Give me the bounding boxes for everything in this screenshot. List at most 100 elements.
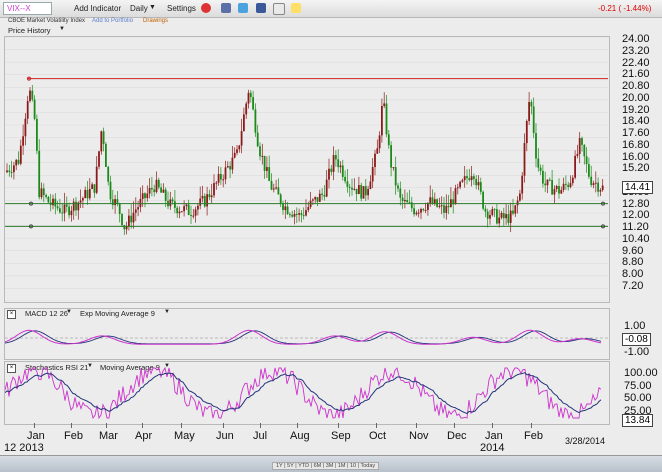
candle-body — [263, 155, 266, 171]
candle-body — [194, 209, 197, 216]
candle-body — [374, 153, 376, 168]
add-to-portfolio-link[interactable]: Add to Portfolio — [92, 18, 133, 24]
month-label: May — [174, 430, 195, 442]
candle-body — [183, 206, 185, 212]
price-history-label[interactable]: Price History — [8, 26, 51, 35]
month-tick — [492, 423, 493, 428]
candle-body — [325, 179, 328, 197]
candle-body — [473, 176, 475, 180]
candle-body — [208, 194, 211, 198]
candle-body — [75, 201, 77, 211]
candle-body — [307, 207, 310, 211]
email-icon[interactable] — [273, 3, 285, 15]
candle-body — [574, 155, 576, 178]
candle-body — [8, 170, 11, 172]
candle-body — [429, 197, 432, 203]
candle-body — [505, 214, 507, 219]
candle-body — [496, 209, 498, 224]
price-tick-label: 23.20 — [622, 44, 650, 57]
interval-dropdown-icon[interactable]: ▼ — [149, 4, 156, 11]
candle-body — [105, 143, 107, 167]
candle-body — [394, 167, 397, 186]
candle-body — [420, 208, 422, 213]
candle-body — [29, 90, 31, 102]
candle-body — [583, 144, 586, 157]
candle-body — [337, 159, 340, 168]
candle-body — [413, 208, 415, 215]
candle-body — [33, 99, 36, 119]
candle-body — [206, 194, 208, 207]
candle-body — [286, 206, 289, 215]
note-icon[interactable] — [291, 3, 301, 13]
candle-body — [199, 198, 202, 206]
candle-body — [544, 183, 547, 186]
price-tick-label: 12.00 — [622, 209, 650, 222]
candle-body — [456, 187, 459, 189]
candle-body — [256, 132, 259, 147]
candle-body — [466, 176, 468, 179]
candle-body — [10, 171, 13, 173]
candle-body — [185, 204, 188, 207]
record-icon[interactable] — [201, 3, 211, 13]
candle-body — [47, 196, 50, 203]
candle-body — [245, 103, 248, 115]
month-label: Oct — [369, 430, 387, 442]
candle-body — [72, 201, 75, 211]
end-date: 3/28/2014 — [565, 436, 606, 446]
candle-body — [298, 213, 300, 215]
candle-body — [542, 170, 544, 184]
candle-body — [321, 193, 323, 195]
candle-body — [385, 103, 388, 135]
candle-body — [70, 210, 73, 216]
navigator-bar[interactable]: 1Y | 5Y | YTD | 6M | 3M | 1M | 10 | Toda… — [0, 455, 662, 472]
candle-body — [217, 173, 220, 183]
candle-body — [148, 187, 151, 194]
month-tick — [34, 423, 35, 428]
price-tick-label: 7.20 — [622, 279, 644, 292]
candle-body — [588, 164, 590, 177]
interval-select[interactable]: Daily — [130, 4, 148, 13]
candle-body — [567, 184, 570, 188]
candle-body — [261, 155, 264, 157]
price-history-dropdown-icon[interactable]: ▼ — [59, 26, 65, 32]
candle-body — [293, 213, 296, 217]
candle-body — [224, 167, 227, 180]
candle-body — [236, 149, 238, 153]
twitter-icon[interactable] — [238, 3, 248, 13]
candle-body — [180, 211, 183, 213]
settings-button[interactable]: Settings — [167, 4, 196, 13]
candle-body — [454, 188, 457, 205]
candle-body — [482, 191, 484, 209]
candle-body — [436, 199, 438, 207]
candle-body — [601, 185, 604, 191]
candle-body — [88, 188, 91, 199]
candle-body — [226, 166, 229, 168]
candle-body — [383, 103, 386, 106]
candle-body — [102, 131, 105, 144]
candle-body — [300, 213, 303, 216]
month-tick — [71, 423, 72, 428]
month-tick — [416, 423, 417, 428]
add-indicator-button[interactable]: Add Indicator — [74, 4, 121, 13]
price-tick-label: 24.00 — [622, 33, 650, 45]
candle-body — [45, 195, 47, 197]
candle-body — [40, 188, 43, 198]
macd-current-value: -0.08 — [622, 333, 651, 346]
drawings-link[interactable]: Drawings — [143, 18, 168, 24]
candle-body — [470, 176, 473, 181]
candle-body — [190, 214, 192, 216]
candle-body — [491, 209, 494, 216]
facebook-icon[interactable] — [256, 3, 266, 13]
macd-line — [5, 329, 602, 345]
print-icon[interactable] — [221, 3, 231, 13]
candle-body — [316, 197, 319, 202]
candle-body — [6, 170, 8, 173]
candle-body — [537, 158, 540, 168]
month-label: Apr — [135, 430, 153, 442]
symbol-input[interactable]: VIX--X — [3, 2, 52, 15]
month-tick — [106, 423, 107, 428]
candle-body — [364, 186, 367, 196]
range-selector[interactable]: 1Y | 5Y | YTD | 6M | 3M | 1M | 10 | Toda… — [272, 462, 380, 470]
candle-body — [548, 179, 551, 181]
candle-body — [489, 215, 491, 219]
